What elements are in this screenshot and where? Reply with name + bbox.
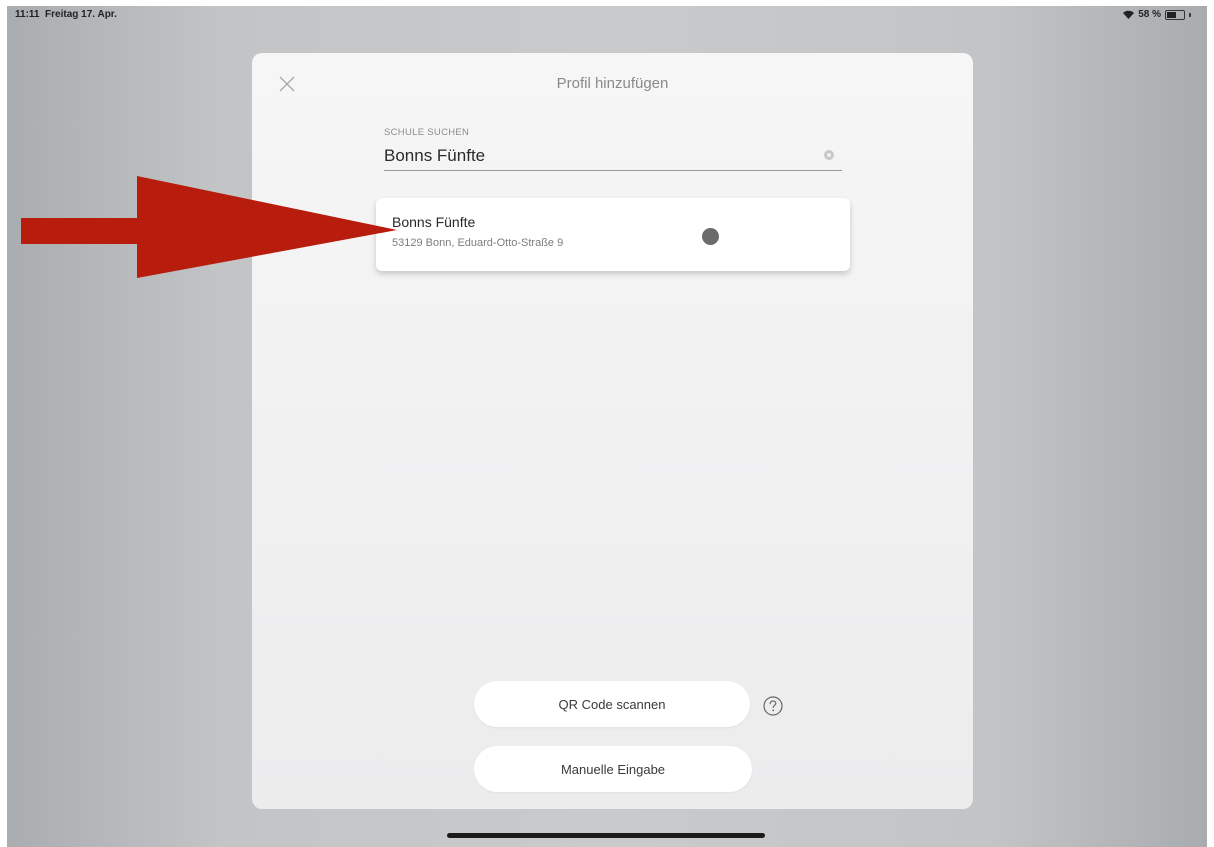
home-indicator[interactable] [447, 833, 765, 838]
scan-qr-code-button[interactable]: QR Code scannen [474, 681, 750, 727]
touch-indicator [702, 228, 719, 245]
status-indicators: 58 % [1123, 9, 1191, 20]
red-arrow-annotation [21, 176, 397, 278]
help-button[interactable] [762, 695, 784, 717]
battery-icon [1165, 9, 1185, 20]
school-result-item[interactable]: Bonns Fünfte 53129 Bonn, Eduard-Otto-Str… [376, 198, 850, 271]
wifi-icon [1123, 10, 1135, 19]
manual-entry-button[interactable]: Manuelle Eingabe [474, 746, 752, 792]
search-label: SCHULE SUCHEN [384, 127, 470, 138]
search-field-row [384, 144, 842, 171]
result-school-address: 53129 Bonn, Eduard-Otto-Straße 9 [392, 237, 564, 249]
result-school-name: Bonns Fünfte [392, 214, 476, 230]
status-bar: 11:11 Freitag 17. Apr. 58 % [7, 6, 1207, 26]
clear-search-icon[interactable] [824, 150, 834, 160]
device-screen: 11:11 Freitag 17. Apr. 58 % Profil hinzu… [7, 6, 1207, 847]
question-circle-icon [763, 696, 783, 716]
battery-level [1167, 11, 1177, 18]
school-search-input[interactable] [384, 144, 804, 168]
battery-percent: 58 % [1138, 9, 1161, 20]
status-time-value: 11:11 [15, 9, 40, 20]
battery-tip [1189, 12, 1191, 17]
status-time: 11:11 Freitag 17. Apr. [15, 9, 117, 20]
add-profile-dialog: Profil hinzufügen SCHULE SUCHEN Bonns Fü… [252, 53, 973, 809]
school-search: SCHULE SUCHEN [384, 127, 842, 171]
status-date: Freitag 17. Apr. [45, 9, 117, 20]
dialog-title: Profil hinzufügen [556, 75, 669, 92]
